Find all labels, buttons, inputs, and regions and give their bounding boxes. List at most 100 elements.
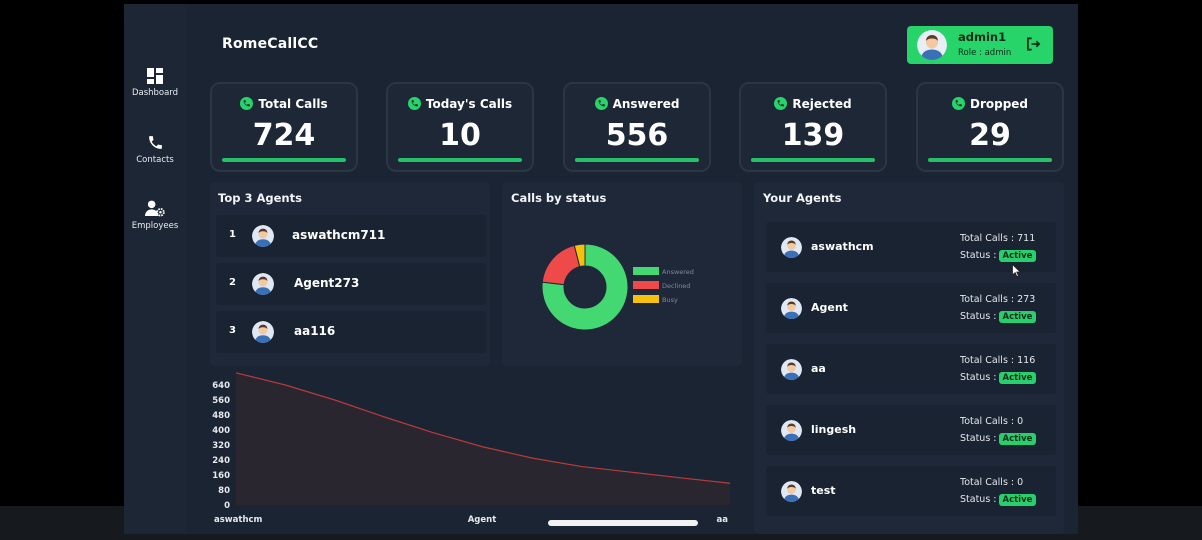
stat-bar <box>398 158 522 162</box>
legend-swatch <box>633 267 659 275</box>
agent-status-row: Status : Active <box>960 494 1037 506</box>
y-tick-label: 480 <box>212 411 230 421</box>
agent-status-row: Status : Active <box>960 311 1037 323</box>
stat-card-dropped: Dropped 29 <box>916 82 1064 172</box>
stat-value: 139 <box>781 118 845 153</box>
legend-item-busy: Busy <box>633 295 678 304</box>
stat-bar <box>575 158 699 162</box>
agent-name: aswathcm711 <box>292 228 386 242</box>
agent-status-label: Status : <box>960 250 997 261</box>
top-agents-title: Top 3 Agents <box>218 191 302 205</box>
y-tick-label: 320 <box>212 441 230 451</box>
agent-status-row: Status : Active <box>960 250 1037 262</box>
phone-circle-icon <box>594 97 608 110</box>
agent-avatar <box>252 225 274 247</box>
stat-value: 10 <box>439 118 481 153</box>
x-tick-label: Agent <box>468 515 497 525</box>
status-badge: Active <box>998 494 1037 506</box>
status-badge: Active <box>998 372 1037 384</box>
stat-title: Rejected <box>792 97 852 111</box>
legend-label: Answered <box>662 268 694 276</box>
agent-avatar <box>781 420 802 441</box>
status-badge: Active <box>998 311 1037 323</box>
sidebar-item-dashboard[interactable]: Dashboard <box>124 68 186 98</box>
phone-circle-icon <box>774 97 788 110</box>
agent-status-row: Status : Active <box>960 433 1037 445</box>
agent-name: Agent273 <box>294 276 360 290</box>
user-gear-icon <box>145 200 165 217</box>
agent-name: test <box>811 484 836 497</box>
agent-avatar <box>781 359 802 380</box>
stat-card-answered: Answered 556 <box>563 82 711 172</box>
your-agent-card[interactable]: lingesh Total Calls : 0 Status : Active <box>766 405 1056 455</box>
legend-item-declined: Declined <box>633 281 690 290</box>
y-tick-label: 640 <box>212 381 230 391</box>
legend-label: Declined <box>662 282 691 290</box>
y-tick-label: 80 <box>218 486 230 496</box>
stat-bar <box>928 158 1052 162</box>
agent-total-calls: Total Calls : 273 <box>960 294 1036 305</box>
x-tick-label: aa <box>717 515 729 525</box>
sidebar-item-contacts[interactable]: Contacts <box>124 134 186 165</box>
phone-circle-icon <box>951 97 965 110</box>
your-agents-title: Your Agents <box>763 191 842 205</box>
y-tick-label: 160 <box>212 471 230 481</box>
stat-value: 29 <box>969 118 1011 153</box>
user-name: admin1 <box>958 30 1007 44</box>
stat-card-todays-calls: Today's Calls 10 <box>386 82 534 172</box>
your-agent-card[interactable]: test Total Calls : 0 Status : Active <box>766 466 1056 516</box>
y-tick-label: 0 <box>224 501 230 511</box>
y-tick-label: 560 <box>212 396 230 406</box>
agent-name: Agent <box>811 301 848 314</box>
home-indicator <box>548 520 698 526</box>
y-tick-label: 400 <box>212 426 230 436</box>
agent-avatar <box>781 237 802 258</box>
agent-name: aa116 <box>294 324 336 338</box>
sidebar-item-label: Dashboard <box>131 88 179 98</box>
your-agent-card[interactable]: aa Total Calls : 116 Status : Active <box>766 344 1056 394</box>
phone-icon <box>148 136 162 149</box>
agent-avatar <box>781 481 802 502</box>
stat-bar <box>751 158 875 162</box>
phone-circle-icon <box>407 97 421 110</box>
stat-value: 724 <box>252 118 316 153</box>
agent-status-label: Status : <box>960 433 997 444</box>
agent-status-label: Status : <box>960 494 997 505</box>
agent-name: lingesh <box>811 423 857 436</box>
stat-value: 556 <box>605 118 669 153</box>
y-tick-label: 240 <box>212 456 230 466</box>
mouse-cursor-icon <box>1012 264 1021 277</box>
sidebar-item-employees[interactable]: Employees <box>124 200 186 231</box>
top-agent-row[interactable]: 2 Agent273 <box>216 263 486 305</box>
agent-status-label: Status : <box>960 372 997 383</box>
brand-title: RomeCallCC <box>222 36 319 52</box>
agent-avatar <box>252 273 274 295</box>
status-badge: Active <box>998 250 1037 262</box>
stat-title: Total Calls <box>258 97 328 111</box>
stat-bar <box>222 158 346 162</box>
agent-avatar <box>252 321 274 343</box>
agent-status-label: Status : <box>960 311 997 322</box>
calls-status-title: Calls by status <box>511 191 607 205</box>
sidebar: Dashboard Contacts Employees <box>124 4 186 534</box>
stat-title: Today's Calls <box>425 97 513 111</box>
top-agent-row[interactable]: 3 aa116 <box>216 311 486 353</box>
legend-swatch <box>633 295 659 303</box>
top-agent-row[interactable]: 1 aswathcm711 <box>216 215 486 257</box>
user-profile-box[interactable]: admin1 Role : admin <box>907 26 1053 64</box>
agent-name: aswathcm <box>811 240 874 253</box>
agent-rank: 2 <box>229 277 236 288</box>
legend-label: Busy <box>662 296 678 304</box>
stat-title: Answered <box>612 97 680 111</box>
agent-status-row: Status : Active <box>960 372 1037 384</box>
agent-total-calls: Total Calls : 0 <box>960 416 1024 427</box>
app-window: Dashboard Contacts Employees RomeCallCC <box>124 4 1078 534</box>
your-agent-card[interactable]: Agent Total Calls : 273 Status : Active <box>766 283 1056 333</box>
logout-icon[interactable] <box>1026 37 1041 51</box>
sidebar-item-label: Employees <box>131 221 179 231</box>
legend-item-answered: Answered <box>633 267 694 276</box>
user-avatar <box>917 30 947 60</box>
calls-status-donut-chart <box>541 243 629 331</box>
legend-swatch <box>633 281 659 289</box>
user-role: Role : admin <box>958 48 1012 58</box>
